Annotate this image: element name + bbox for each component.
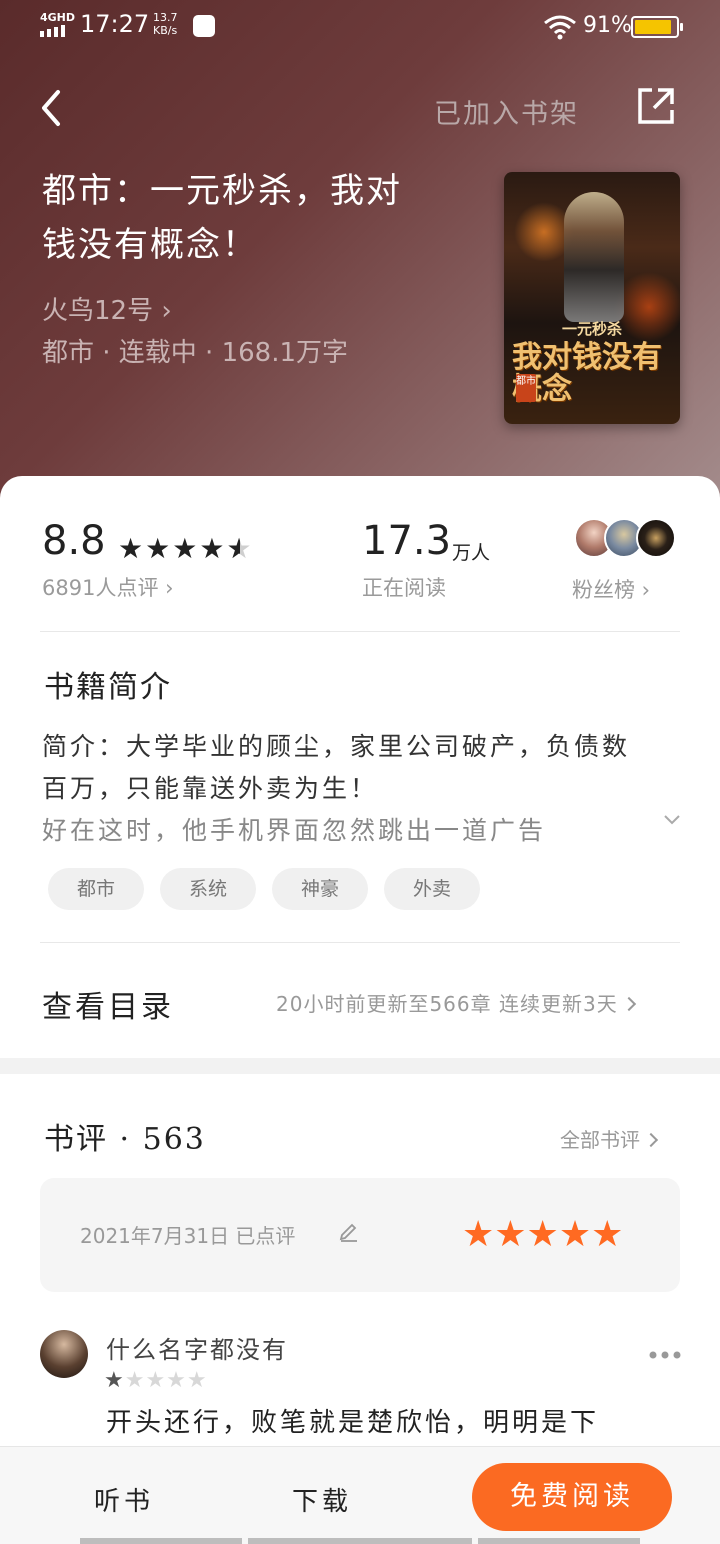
- speed-unit: KB/s: [153, 24, 178, 37]
- intro-line: 好在这时，他手机界面忽然跳出一道广告: [42, 816, 547, 845]
- listen-button[interactable]: 听书: [94, 1481, 154, 1518]
- battery-percent: 91%: [583, 13, 632, 38]
- readers-label: 正在阅读: [362, 576, 446, 600]
- tag-chip[interactable]: 都市: [48, 868, 144, 910]
- more-icon[interactable]: [648, 1350, 682, 1360]
- section-separator: [0, 1058, 720, 1074]
- edit-icon[interactable]: [338, 1220, 360, 1242]
- my-review-date: 2021年7月31日 已点评: [80, 1224, 296, 1248]
- battery-icon: [631, 16, 683, 38]
- nav-gesture-bar: [80, 1538, 242, 1544]
- cover-subtitle: 一元秒杀: [561, 320, 622, 338]
- tag-chip[interactable]: 神豪: [272, 868, 368, 910]
- toc-link[interactable]: 查看目录: [42, 982, 174, 1026]
- speed-value: 13.7: [153, 11, 178, 24]
- readers-count: 17.3: [362, 518, 452, 564]
- intro-line: 简介：大学毕业的顾尘，家里公司破产，负债数: [42, 732, 631, 761]
- tag-chip[interactable]: 系统: [160, 868, 256, 910]
- share-icon[interactable]: [636, 86, 676, 126]
- added-to-shelf-button[interactable]: 已加入书架: [434, 92, 579, 131]
- network-type: 4GHD: [40, 11, 76, 24]
- book-title: 都市：一元秒杀，我对钱没有概念！: [42, 171, 402, 265]
- toc-update-info[interactable]: 20小时前更新至566章 连续更新3天: [276, 988, 636, 1017]
- nav-gesture-bar: [478, 1538, 640, 1544]
- fan-avatars[interactable]: [574, 518, 684, 560]
- tag-list: 都市 系统 神豪 外卖: [48, 868, 496, 910]
- signal-icon: [40, 25, 65, 37]
- chevron-right-icon: [643, 1132, 659, 1148]
- chevron-right-icon: [621, 996, 636, 1012]
- cover-genre-badge: 都市: [516, 374, 536, 402]
- commenter-name[interactable]: 什么名字都没有: [106, 1330, 288, 1365]
- all-reviews-link[interactable]: 全部书评: [560, 1124, 659, 1153]
- tag-chip[interactable]: 外卖: [384, 868, 480, 910]
- readers-unit: 万人: [452, 542, 491, 564]
- divider: [40, 942, 680, 943]
- cover-figure: [564, 192, 624, 322]
- reviews-count-link[interactable]: 6891人点评 ›: [42, 572, 174, 602]
- free-read-button[interactable]: 免费阅读: [472, 1463, 672, 1531]
- intro-line: 百万，只能靠送外卖为生！: [42, 774, 379, 803]
- fans-ranking-link[interactable]: 粉丝榜 ›: [572, 574, 650, 604]
- comment-text[interactable]: 开头还行，败笔就是楚欣怡，明明是下: [106, 1402, 666, 1444]
- commenter-stars: ★★★★★: [104, 1368, 208, 1393]
- book-cover[interactable]: 一元秒杀 我对钱没有概念 都市: [504, 172, 680, 424]
- book-meta: 都市 · 连载中 · 168.1万字: [42, 338, 349, 368]
- nav-gesture-bar: [248, 1538, 472, 1544]
- author-link[interactable]: 火鸟12号 ›: [42, 290, 172, 327]
- clock: 17:27: [80, 10, 150, 38]
- my-review-card[interactable]: 2021年7月31日 已点评 ★★★★★: [40, 1178, 680, 1292]
- bottom-action-bar: 听书 下载 免费阅读: [0, 1446, 720, 1544]
- cover-main-title: 我对钱没有概念: [512, 340, 662, 407]
- chevron-down-icon[interactable]: [662, 810, 682, 830]
- avatar[interactable]: [40, 1330, 88, 1378]
- all-reviews-label: 全部书评: [560, 1128, 640, 1152]
- avatar: [636, 518, 676, 558]
- back-button[interactable]: [36, 88, 68, 128]
- divider: [40, 631, 680, 632]
- toc-update-text: 20小时前更新至566章 连续更新3天: [276, 992, 618, 1016]
- book-intro[interactable]: 简介：大学毕业的顾尘，家里公司破产，负债数 百万，只能靠送外卖为生！ 好在这时，…: [42, 726, 682, 852]
- notification-icon: [193, 15, 215, 37]
- download-button[interactable]: 下载: [292, 1481, 352, 1518]
- rating-score: 8.8: [42, 518, 106, 564]
- intro-title: 书籍简介: [44, 670, 172, 705]
- network-speed: 13.7 KB/s: [153, 11, 178, 37]
- rating-stars: ★★★★★: [118, 532, 254, 565]
- status-bar: 4GHD 17:27 13.7 KB/s 91%: [0, 0, 720, 56]
- wifi-icon: [544, 15, 576, 40]
- my-review-stars[interactable]: ★★★★★: [462, 1214, 623, 1255]
- reviews-title: 书评 · 563: [44, 1122, 206, 1157]
